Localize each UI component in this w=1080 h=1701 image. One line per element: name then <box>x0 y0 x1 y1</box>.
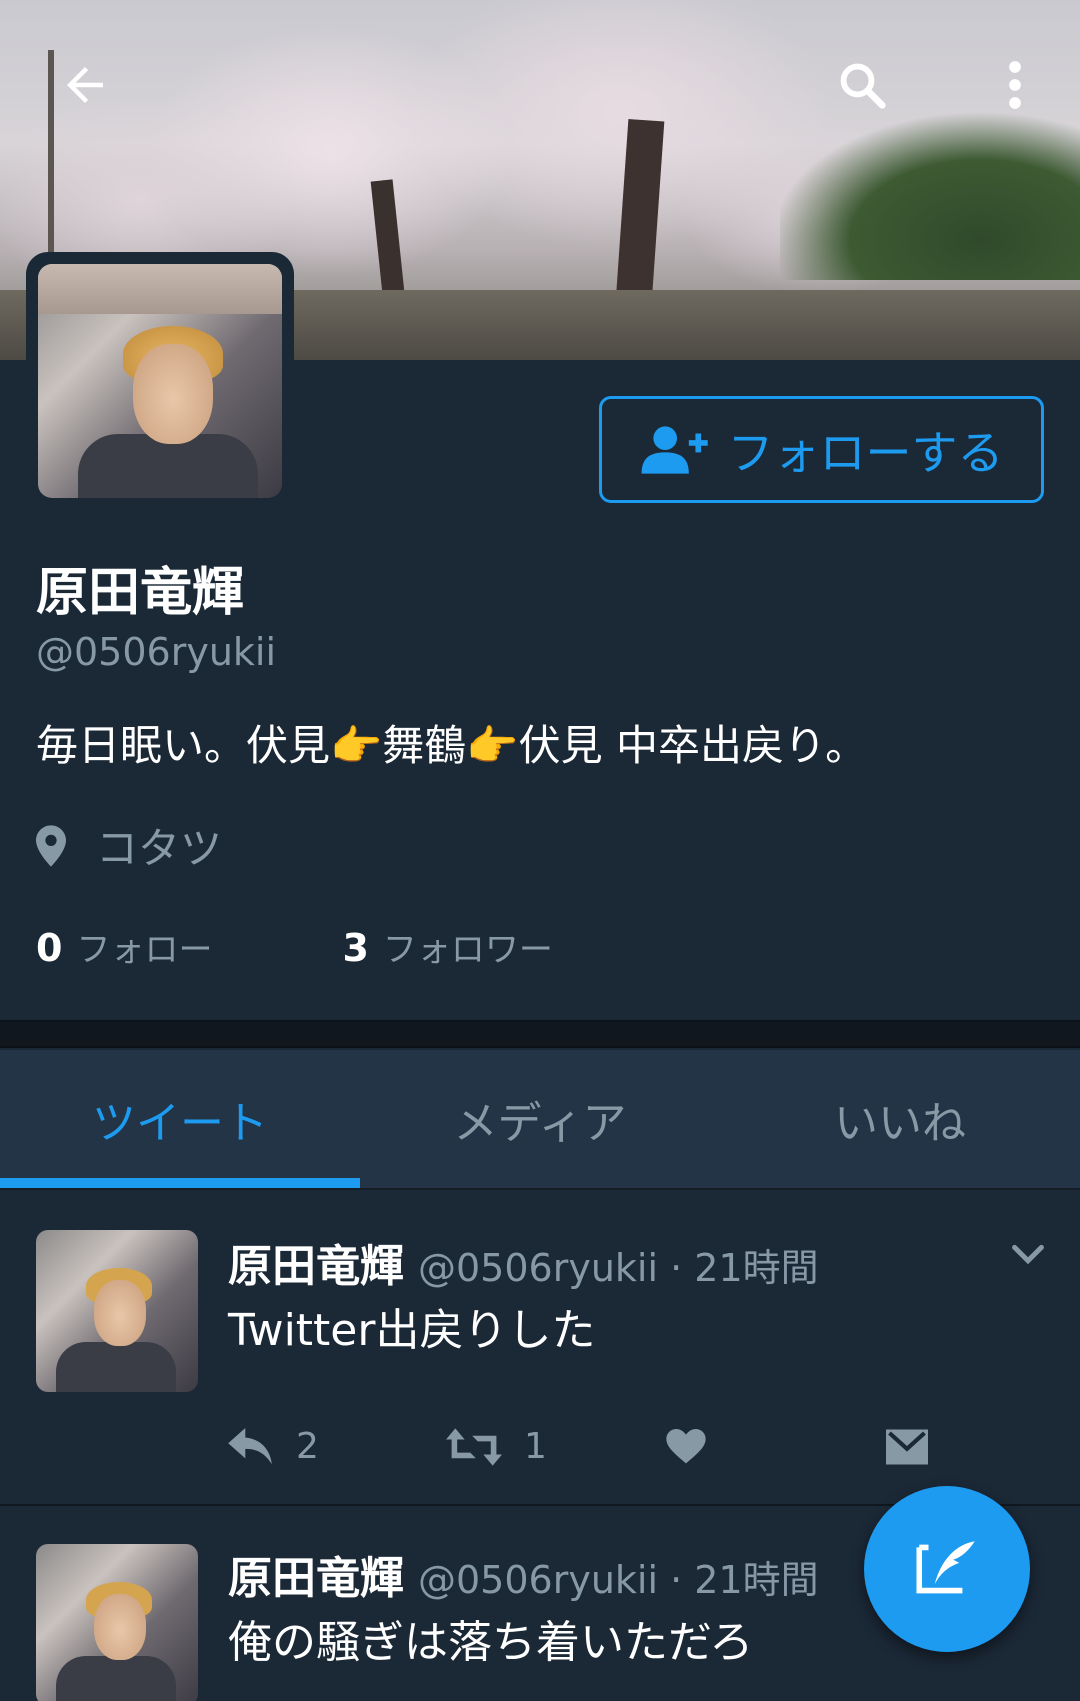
profile-handle: @0506ryukii <box>36 630 277 674</box>
followers-stat[interactable]: 3 フォロワー <box>342 922 552 971</box>
avatar <box>38 264 282 498</box>
tweet-avatar[interactable] <box>36 1230 198 1392</box>
profile-avatar-frame[interactable] <box>26 252 294 510</box>
tab-media[interactable]: メディア <box>360 1050 720 1188</box>
heart-icon <box>666 1428 706 1463</box>
back-button[interactable] <box>55 55 115 115</box>
following-label: フォロー <box>76 930 213 970</box>
section-divider <box>0 1020 1080 1048</box>
tweet-text: 俺の騒ぎは落ち着いただろ <box>228 1617 754 1668</box>
avatar-background <box>38 264 282 314</box>
reply-count: 2 <box>296 1426 319 1467</box>
tweet-avatar[interactable] <box>36 1544 198 1701</box>
avatar-shirt <box>56 1656 176 1701</box>
like-button[interactable] <box>666 1426 886 1467</box>
retweet-count: 1 <box>524 1426 547 1467</box>
profile-name: 原田竜輝 <box>36 563 245 623</box>
reply-button[interactable]: 2 <box>228 1426 446 1467</box>
tweet-text: Twitter出戻りした <box>228 1305 596 1356</box>
profile-bio: 毎日眠い。伏見👉舞鶴👉伏見 中卒出戻り。 <box>36 721 868 770</box>
tweet-actions: 2 1 <box>228 1426 928 1467</box>
more-options-button[interactable] <box>985 55 1045 115</box>
avatar-face <box>94 1280 146 1346</box>
tab-tweets[interactable]: ツイート <box>0 1050 360 1188</box>
search-icon <box>840 63 886 109</box>
profile-tabs: ツイート メディア いいね <box>0 1050 1080 1190</box>
more-vertical-icon <box>1009 61 1021 109</box>
profile-stats: 0 フォロー 3 フォロワー <box>36 922 553 971</box>
retweet-icon <box>446 1427 502 1466</box>
message-icon <box>886 1429 928 1464</box>
back-arrow-icon <box>67 67 103 103</box>
profile-location: コタツ <box>36 815 222 876</box>
following-stat[interactable]: 0 フォロー <box>36 922 212 971</box>
avatar-shirt <box>56 1342 176 1392</box>
chevron-down-icon[interactable] <box>1005 1232 1051 1278</box>
avatar-face <box>94 1594 146 1660</box>
followers-count: 3 <box>342 926 369 970</box>
location-pin-icon <box>36 824 66 867</box>
follow-button-label: フォローする <box>727 425 1004 480</box>
followers-label: フォロワー <box>382 930 553 970</box>
tweet-meta: @0506ryukii · 21時間 <box>418 1246 819 1290</box>
tweet-author-name: 原田竜輝 <box>228 1241 404 1292</box>
tweet-author-name: 原田竜輝 <box>228 1553 404 1604</box>
compose-tweet-button[interactable] <box>864 1486 1030 1652</box>
tab-likes[interactable]: いいね <box>720 1050 1080 1188</box>
search-button[interactable] <box>832 55 892 115</box>
follow-button[interactable]: フォローする <box>599 396 1044 503</box>
add-user-icon <box>641 425 708 474</box>
tweet-meta: @0506ryukii · 21時間 <box>418 1558 819 1602</box>
compose-icon <box>916 1541 975 1594</box>
following-count: 0 <box>36 926 63 970</box>
direct-message-button[interactable] <box>886 1426 928 1467</box>
location-text: コタツ <box>96 824 223 873</box>
avatar-face <box>133 344 213 444</box>
retweet-button[interactable]: 1 <box>446 1426 666 1467</box>
tweet-header: 原田竜輝 @0506ryukii · 21時間 <box>228 1542 819 1606</box>
reply-icon <box>228 1427 272 1464</box>
tweet-header: 原田竜輝 @0506ryukii · 21時間 <box>228 1230 819 1294</box>
